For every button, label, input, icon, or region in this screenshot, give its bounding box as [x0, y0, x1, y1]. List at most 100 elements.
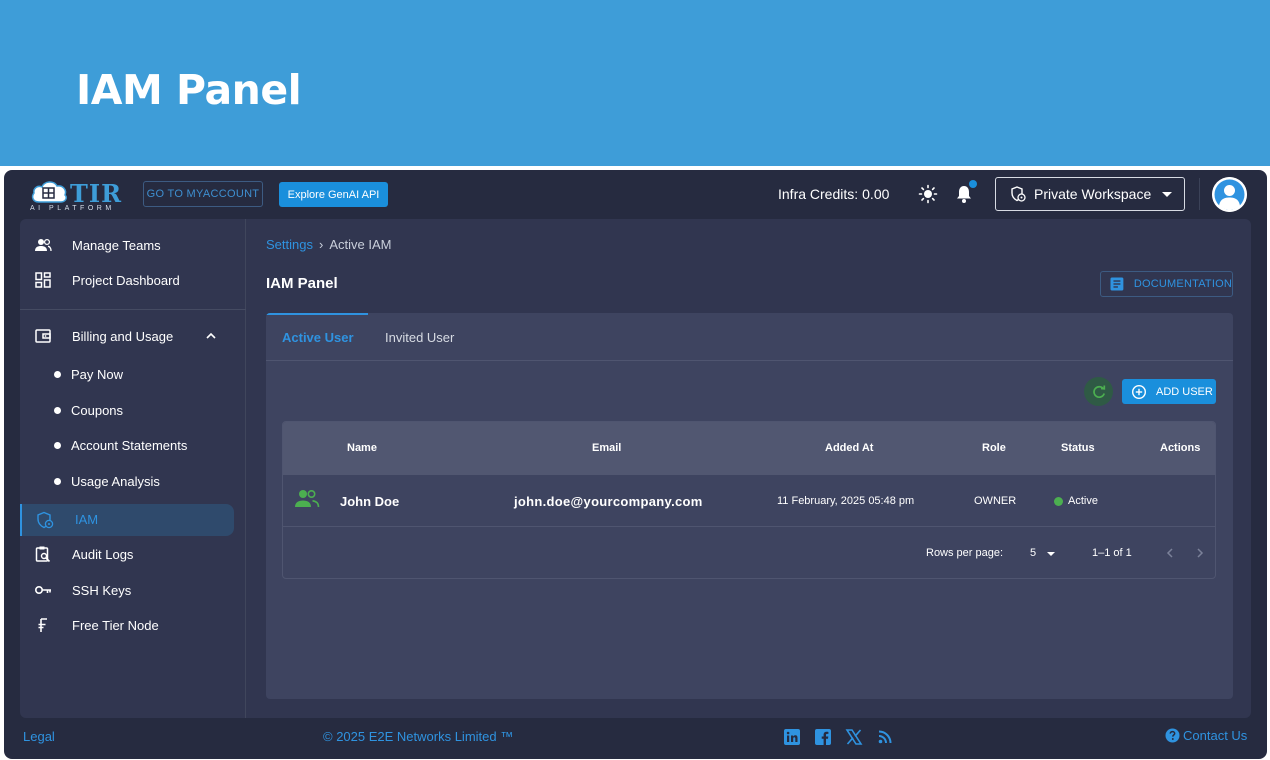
- tab-invited-user[interactable]: Invited User: [385, 330, 454, 345]
- footer: Legal © 2025 E2E Networks Limited ™ Cont…: [4, 718, 1267, 759]
- user-role: OWNER: [974, 495, 1017, 507]
- add-user-button[interactable]: ADD USER: [1122, 379, 1216, 404]
- sidebar-item-label: Free Tier Node: [72, 617, 159, 633]
- chevron-right-icon[interactable]: [1193, 546, 1207, 560]
- rss-icon[interactable]: [876, 728, 894, 746]
- refresh-icon: [1092, 385, 1105, 398]
- top-bar: TIR AI PLATFORM GO TO MYACCOUNT Explore …: [4, 170, 1267, 218]
- users-icon: [35, 238, 52, 252]
- sidebar-item-label: Billing and Usage: [72, 328, 174, 344]
- user-name: John Doe: [340, 494, 400, 509]
- sidebar-item-ssh-keys[interactable]: SSH Keys: [20, 574, 246, 606]
- wallet-icon: [35, 329, 51, 343]
- chevron-down-icon[interactable]: [1047, 552, 1055, 556]
- table-header: Name Email Added At Role Status Actions: [283, 422, 1215, 475]
- documentation-label: DOCUMENTATION: [1133, 278, 1232, 290]
- table-pagination: Rows per page: 5 1–1 of 1: [283, 528, 1215, 578]
- column-header-email[interactable]: Email: [592, 442, 621, 454]
- sidebar-subitem-label: Pay Now: [71, 366, 124, 382]
- sidebar: Manage Teams Project Dashboard Billing a…: [20, 219, 246, 718]
- notification-badge: [969, 180, 977, 188]
- rows-per-page-select[interactable]: 5: [1030, 547, 1036, 559]
- workspace-label: Private Workspace: [1034, 186, 1152, 202]
- main-frame: Manage Teams Project Dashboard Billing a…: [20, 219, 1251, 718]
- copyright-text: © 2025 E2E Networks Limited ™: [323, 729, 514, 744]
- infra-credits-label: Infra Credits:: [778, 186, 859, 202]
- contact-us-link[interactable]: Contact Us: [1165, 728, 1247, 743]
- column-header-name[interactable]: Name: [347, 442, 377, 454]
- sidebar-subitem-coupons[interactable]: Coupons: [20, 395, 246, 425]
- documentation-button[interactable]: DOCUMENTATION: [1100, 271, 1233, 297]
- go-to-myaccount-button[interactable]: GO TO MYACCOUNT: [143, 181, 263, 207]
- tir-logo[interactable]: TIR AI PLATFORM: [30, 177, 122, 213]
- explore-genai-button[interactable]: Explore GenAI API: [279, 182, 388, 207]
- sidebar-item-label: Manage Teams: [72, 237, 161, 253]
- x-icon[interactable]: [845, 728, 863, 746]
- contact-us-label: Contact Us: [1183, 728, 1248, 743]
- bullet-icon: [54, 477, 61, 485]
- workspace-selector[interactable]: Private Workspace: [995, 177, 1185, 211]
- chevron-up-icon[interactable]: [204, 329, 218, 343]
- sidebar-subitem-usage-analysis[interactable]: Usage Analysis: [20, 466, 246, 496]
- breadcrumb-separator: ›: [318, 237, 324, 252]
- user-avatar-icon: [1212, 177, 1247, 212]
- pagination-range: 1–1 of 1: [1092, 547, 1132, 559]
- cloud-logo-icon: [31, 181, 67, 203]
- sun-icon[interactable]: [918, 184, 938, 204]
- column-header-actions: Actions: [1160, 442, 1201, 454]
- sidebar-item-project-dashboard[interactable]: Project Dashboard: [20, 264, 246, 296]
- sidebar-item-label: Audit Logs: [72, 546, 134, 562]
- breadcrumb: Settings › Active IAM: [266, 237, 391, 252]
- user-email: john.doe@yourcompany.com: [514, 494, 703, 509]
- column-header-role[interactable]: Role: [982, 442, 1006, 454]
- sidebar-item-iam[interactable]: IAM: [20, 504, 234, 536]
- logo-subtitle: AI PLATFORM: [30, 205, 115, 212]
- status-text: Active: [1068, 495, 1098, 507]
- tab-active-user[interactable]: Active User: [282, 330, 354, 345]
- active-tab-indicator: [266, 313, 368, 315]
- linkedin-icon[interactable]: [783, 728, 801, 746]
- sidebar-subitem-label: Coupons: [71, 402, 124, 418]
- table-row[interactable]: John Doe john.doe@yourcompany.com 11 Feb…: [283, 475, 1215, 527]
- chevron-left-icon[interactable]: [1163, 546, 1177, 560]
- page-banner: IAM Panel: [0, 0, 1270, 166]
- help-circle-icon: [1165, 728, 1180, 743]
- sidebar-item-audit-logs[interactable]: Audit Logs: [20, 538, 246, 570]
- sidebar-item-free-tier-node[interactable]: Free Tier Node: [20, 609, 246, 641]
- bullet-icon: [54, 441, 61, 449]
- column-header-added-at[interactable]: Added At: [825, 442, 873, 454]
- sidebar-item-label: Project Dashboard: [72, 272, 180, 288]
- avatar[interactable]: [1212, 177, 1247, 212]
- iam-panel: Active User Invited User ADD USER Name E…: [266, 313, 1233, 699]
- sidebar-item-manage-teams[interactable]: Manage Teams: [20, 229, 246, 261]
- document-icon: [1110, 277, 1124, 291]
- page-title: IAM Panel: [266, 275, 338, 292]
- status-dot: [1054, 496, 1063, 506]
- sidebar-item-billing-and-usage[interactable]: Billing and Usage: [20, 320, 246, 352]
- users-table: Name Email Added At Role Status Actions: [282, 421, 1216, 579]
- main-content: Settings › Active IAM IAM Panel DOCUMENTAT…: [247, 219, 1251, 718]
- user-group-icon: [295, 489, 320, 508]
- refresh-button[interactable]: [1084, 377, 1113, 406]
- sidebar-divider: [20, 309, 246, 310]
- app-window: TIR AI PLATFORM GO TO MYACCOUNT Explore …: [4, 170, 1267, 759]
- status-badge: Active: [1054, 495, 1098, 507]
- clipboard-search-icon: [35, 546, 51, 563]
- bullet-icon: [54, 370, 61, 378]
- infra-credits-value: 0.00: [862, 186, 890, 202]
- sidebar-subitem-account-statements[interactable]: Account Statements: [20, 430, 246, 460]
- legal-link[interactable]: Legal: [23, 729, 55, 744]
- sidebar-subitem-pay-now[interactable]: Pay Now: [20, 359, 246, 389]
- facebook-icon[interactable]: [814, 728, 832, 746]
- bullet-icon: [54, 406, 61, 414]
- column-header-status[interactable]: Status: [1061, 442, 1095, 454]
- free-tier-icon: [38, 618, 47, 632]
- add-circle-icon: [1131, 384, 1147, 399]
- workspace-shield-icon: [1011, 186, 1026, 202]
- breadcrumb-settings-link[interactable]: Settings: [266, 237, 313, 252]
- banner-title: IAM Panel: [76, 66, 302, 114]
- key-icon: [34, 586, 51, 595]
- sidebar-subitem-label: Usage Analysis: [71, 473, 160, 489]
- iam-icon: [37, 511, 54, 529]
- sidebar-item-label: IAM: [75, 512, 99, 527]
